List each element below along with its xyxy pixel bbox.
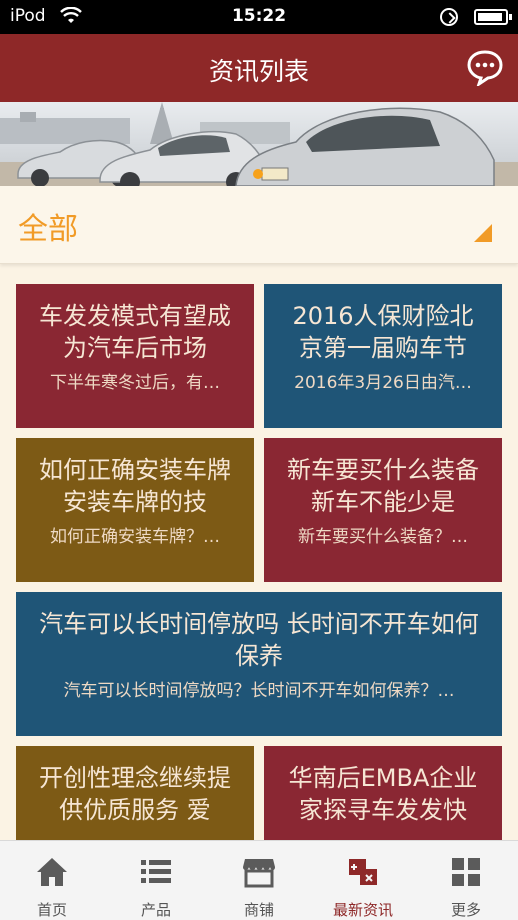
grid-icon: [452, 858, 480, 886]
tab-products[interactable]: 产品: [104, 841, 208, 920]
tab-label: 产品: [140, 901, 171, 919]
news-card-summary: 2016年3月26日由汽…: [294, 373, 472, 393]
tab-more[interactable]: 更多: [414, 841, 518, 920]
news-card-title: 如何正确安装车牌 安装车牌的技: [39, 456, 231, 516]
battery-tip: [509, 14, 512, 20]
list-icon: [141, 860, 171, 883]
news-card-title: 华南后EMBA企业家探寻车发发快: [288, 764, 478, 824]
filter-all-label[interactable]: 全部: [18, 204, 78, 248]
news-card-summary: 新车要买什么装备？…: [298, 527, 468, 547]
tab-news[interactable]: 最新资讯: [311, 841, 415, 920]
news-card-title: 2016人保财险北京第一届购车节: [292, 302, 474, 362]
bottom-tab-bar: 首页 产品 商铺 最新资讯 更多: [0, 840, 518, 920]
news-card[interactable]: 新车要买什么装备 新车不能少是 新车要买什么装备？…: [264, 438, 502, 582]
news-card-summary: 下半年寒冬过后，有…: [50, 373, 220, 393]
shop-icon: [243, 859, 275, 888]
tab-label: 商铺: [243, 901, 274, 919]
header-bar: 资讯列表: [0, 34, 518, 102]
triangle-corner-icon[interactable]: [474, 224, 492, 242]
news-card-summary: 如何正确安装车牌？…: [50, 527, 220, 547]
news-card-summary: 汽车可以长时间停放吗？长时间不开车如何保养？…: [63, 681, 455, 701]
tab-label: 最新资讯: [332, 901, 393, 919]
status-bar: iPod 15:22: [0, 0, 518, 34]
battery-icon: [474, 9, 508, 25]
news-card-title: 汽车可以长时间停放吗 长时间不开车如何保养: [39, 610, 479, 670]
page-title: 资讯列表: [208, 57, 309, 86]
news-card[interactable]: 2016人保财险北京第一届购车节 2016年3月26日由汽…: [264, 284, 502, 428]
filter-bar[interactable]: 全部: [0, 186, 518, 264]
tab-shop[interactable]: 商铺: [207, 841, 311, 920]
news-card-title: 车发发模式有望成为汽车后市场: [39, 302, 231, 362]
chat-bubble-icon[interactable]: [466, 48, 504, 86]
tab-label: 更多: [450, 901, 481, 919]
rotation-lock-icon: [440, 8, 458, 26]
news-card[interactable]: 车发发模式有望成为汽车后市场 下半年寒冬过后，有…: [16, 284, 254, 428]
carousel-indicator-dot[interactable]: [253, 169, 263, 179]
home-icon: [37, 858, 67, 886]
tab-label: 首页: [36, 901, 67, 919]
news-card-wide[interactable]: 汽车可以长时间停放吗 长时间不开车如何保养 汽车可以长时间停放吗？长时间不开车如…: [16, 592, 502, 736]
news-card-title: 开创性理念继续提供优质服务 爱: [39, 764, 231, 824]
tab-home[interactable]: 首页: [0, 841, 104, 920]
news-card[interactable]: 如何正确安装车牌 安装车牌的技 如何正确安装车牌？…: [16, 438, 254, 582]
news-icon: [349, 859, 377, 885]
news-card-title: 新车要买什么装备 新车不能少是: [287, 456, 479, 516]
